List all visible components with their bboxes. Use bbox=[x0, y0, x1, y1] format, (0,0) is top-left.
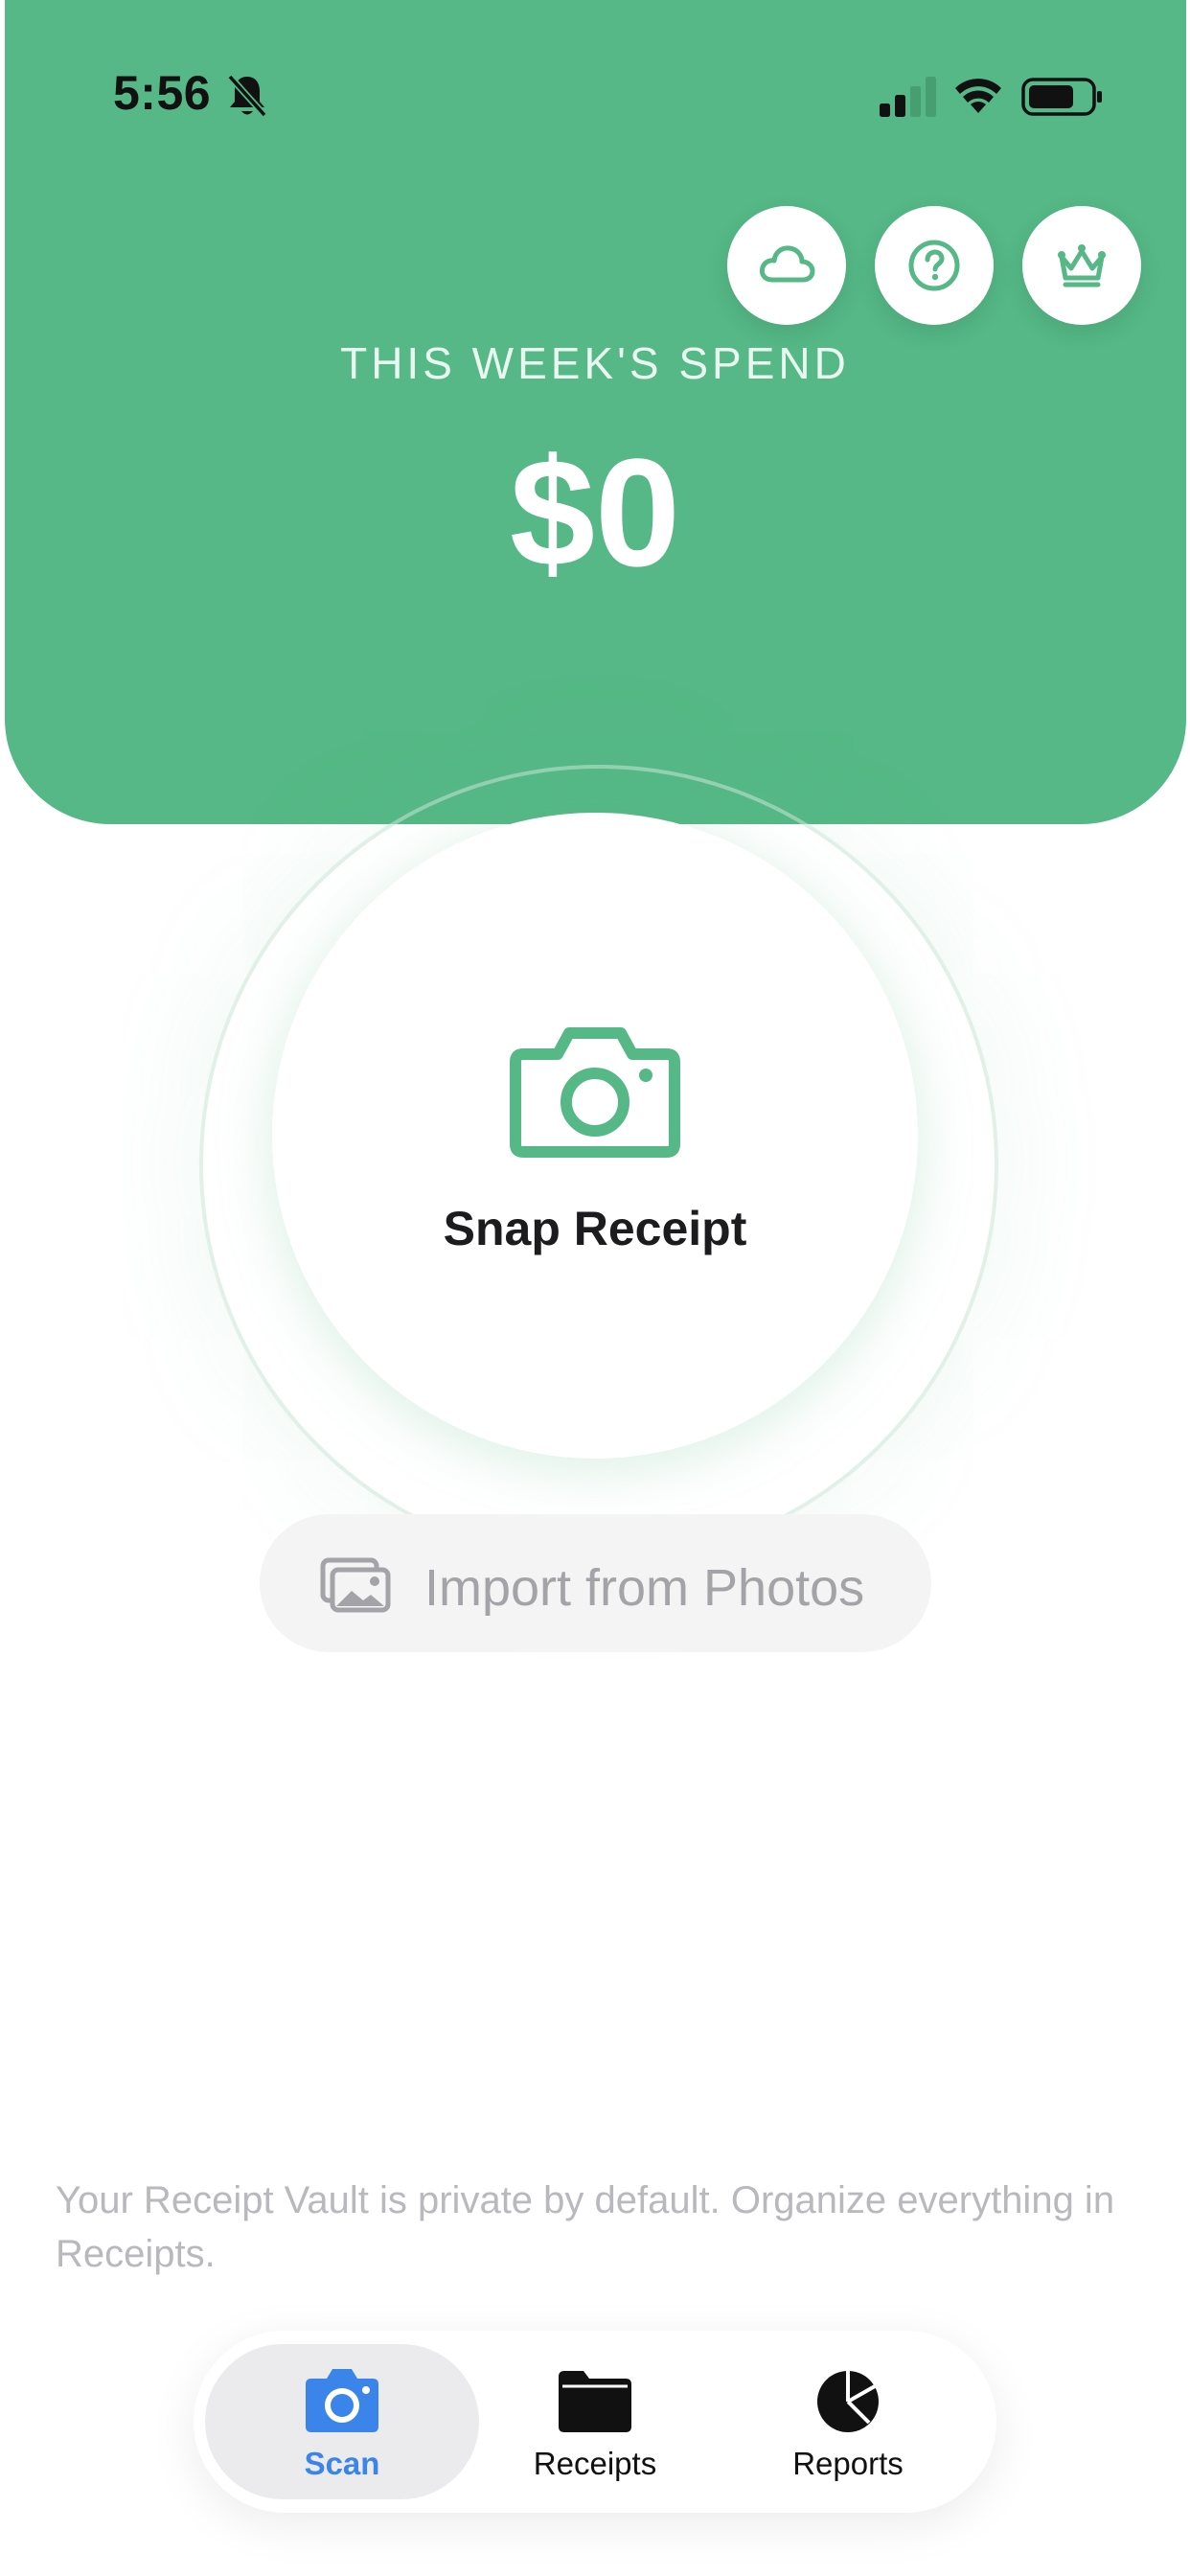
cellular-signal-icon bbox=[880, 77, 936, 117]
photos-icon bbox=[320, 1557, 391, 1613]
tab-receipts-label: Receipts bbox=[533, 2446, 657, 2481]
spend-header bbox=[5, 0, 1186, 824]
battery-icon bbox=[1021, 78, 1102, 116]
week-spend-title: THIS WEEK'S SPEND bbox=[340, 338, 850, 388]
status-time: 5:56 bbox=[113, 66, 212, 120]
bell-slash-icon bbox=[227, 74, 267, 118]
scan-screen: 5:56 THIS WEEK'S SPEND $0 Snap Receipt I… bbox=[0, 0, 1190, 2576]
premium-button[interactable] bbox=[1022, 206, 1141, 325]
import-from-photos-button[interactable]: Import from Photos bbox=[260, 1514, 931, 1652]
cloud-sync-button[interactable] bbox=[727, 206, 846, 325]
tab-scan[interactable]: Scan bbox=[205, 2344, 479, 2499]
wifi-icon bbox=[955, 79, 1001, 113]
crown-icon bbox=[1058, 244, 1106, 288]
week-spend-amount: $0 bbox=[510, 426, 680, 598]
help-button[interactable] bbox=[875, 206, 994, 325]
privacy-note: Your Receipt Vault is private by default… bbox=[56, 2179, 1115, 2275]
camera-icon bbox=[510, 1027, 680, 1158]
tab-reports-label: Reports bbox=[792, 2446, 904, 2481]
tab-scan-label: Scan bbox=[304, 2446, 380, 2481]
pie-chart-icon bbox=[817, 2371, 879, 2432]
tab-receipts[interactable]: Receipts bbox=[458, 2344, 732, 2499]
tab-reports[interactable]: Reports bbox=[711, 2344, 985, 2499]
snap-receipt-label: Snap Receipt bbox=[443, 1202, 747, 1255]
folder-icon bbox=[559, 2371, 631, 2432]
help-circle-icon bbox=[908, 240, 960, 291]
cloud-icon bbox=[759, 245, 815, 283]
import-from-photos-label: Import from Photos bbox=[424, 1559, 865, 1617]
camera-icon bbox=[306, 2369, 378, 2432]
tab-bar: Scan Receipts Reports bbox=[194, 2331, 996, 2513]
